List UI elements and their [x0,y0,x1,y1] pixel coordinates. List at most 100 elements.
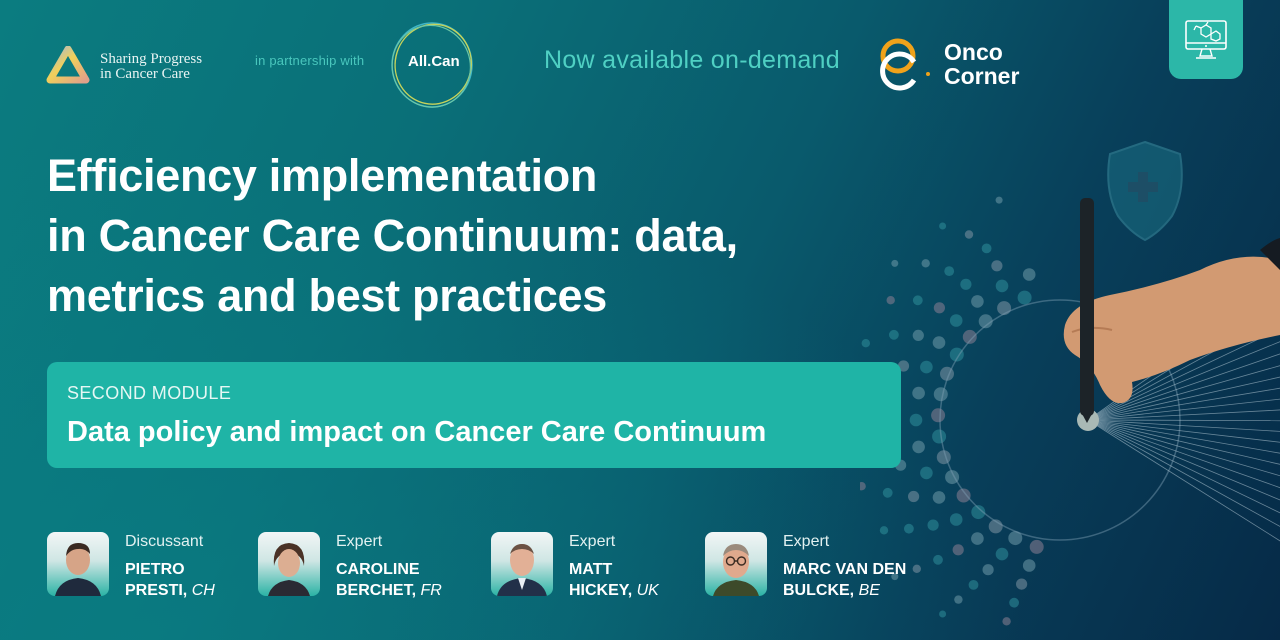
speaker-role: Expert [336,533,383,550]
module-banner: SECOND MODULE Data policy and impact on … [47,362,901,468]
decor-dot [971,532,984,545]
decor-dot [995,196,1003,204]
decor-dot [1022,559,1036,572]
decor-dot [949,314,963,327]
decor-dot [932,429,947,444]
decor-dot [991,260,1003,272]
decor-dot [1016,578,1028,590]
decor-dot [931,408,946,423]
triangle-logo-icon [46,46,90,84]
partner-logo-name: All.Can [408,53,460,70]
org-logo-text: Sharing Progress in Cancer Care [100,52,202,82]
decor-dot [1029,539,1044,554]
decor-dot [920,466,933,480]
decor-dot [912,440,925,454]
speaker-first-name: MARC VAN DEN [783,561,907,578]
decor-dot [981,243,992,254]
person-photo-icon [713,544,759,596]
decor-dot [1009,597,1019,608]
decor-dot [995,279,1009,293]
avatar [47,532,109,596]
decor-dot [939,610,947,618]
hand-pen-icon [1063,198,1280,423]
shield-cross-icon [1107,140,1183,242]
decor-dot [982,564,994,576]
speaker-name: PIETRO PRESTI, CH [125,561,215,599]
decor-dot [960,278,972,290]
decor-dot [952,544,964,556]
decor-dot [912,386,925,400]
decor-ray [1087,419,1280,542]
speaker-country: BE [858,582,880,599]
speaker-role: Expert [783,533,830,550]
decor-ray [1087,419,1280,443]
title-line: metrics and best practices [47,270,607,321]
decor-dot [971,295,984,308]
decor-dot [908,490,920,503]
avatar [491,532,553,596]
decor-dot [932,336,946,349]
decor-dot [920,360,933,374]
module-label: SECOND MODULE [67,383,232,403]
decor-ray [1087,419,1280,489]
speaker-first-name: MATT [569,561,613,578]
speaker-first-name: CAROLINE [336,561,420,578]
decor-dot [964,230,974,239]
person-photo-icon [497,544,547,596]
org-name-line1: Sharing Progress [100,51,203,67]
page-title: Efficiency implementation in Cancer Care… [47,146,738,326]
speaker-country: FR [420,582,442,599]
module-title: Data policy and impact on Cancer Care Co… [67,416,767,448]
monitor-badge [1169,0,1243,79]
title-line: Efficiency implementation [47,150,598,201]
decor-dot [995,547,1009,561]
decor-dot [933,302,945,314]
decor-dot [860,482,866,491]
speaker-name: MARC VAN DEN BULCKE, BE [783,561,907,599]
decor-ray [1087,419,1280,432]
person-photo-icon [55,543,101,596]
decor-dot [886,296,895,305]
decor-dot [912,329,924,341]
brand-logo-text: Onco Corner [944,40,1019,88]
decor-dot [891,259,899,267]
partnership-text: in partnership with [255,53,365,68]
brand-name-line1: Onco [944,39,1003,65]
speaker-country: CH [191,582,215,599]
decor-dot [933,387,948,402]
decor-dot [909,413,923,427]
decor-dot [912,564,921,573]
decor-dot [1022,268,1036,281]
speaker-name: CAROLINE BERCHET, FR [336,561,442,599]
org-name-line2: in Cancer Care [100,66,190,82]
decor-dot [912,295,923,306]
person-photo-icon [268,543,310,596]
monitor-molecule-icon [1185,19,1227,59]
decorative-illustration [860,140,1280,626]
decor-dot [882,487,893,498]
speaker-country: UK [636,582,659,599]
decor-dot [1017,290,1032,305]
speaker-role: Discussant [125,533,204,550]
decor-ray [1087,419,1280,501]
decor-dot [1002,617,1011,626]
decor-dot [861,339,870,348]
speaker-last-name: PRESTI [125,582,183,599]
decor-dot [933,554,943,565]
decor-dot [921,259,930,268]
avatar [258,532,320,596]
decor-dot [904,523,914,534]
availability-text: Now available on-demand [544,46,840,74]
decor-dot [949,513,963,526]
speaker-last-name: BERCHET [336,582,412,599]
speaker-name: MATT HICKEY, UK [569,561,659,599]
speaker-last-name: HICKEY [569,582,628,599]
speaker-first-name: PIETRO [125,561,185,578]
avatar [705,532,767,596]
decor-ray [1087,419,1280,422]
decor-dot [944,266,955,276]
decor-dot [968,580,979,590]
brand-name-line2: Corner [944,63,1020,89]
decor-dot [889,329,899,340]
decor-dot [954,595,963,604]
